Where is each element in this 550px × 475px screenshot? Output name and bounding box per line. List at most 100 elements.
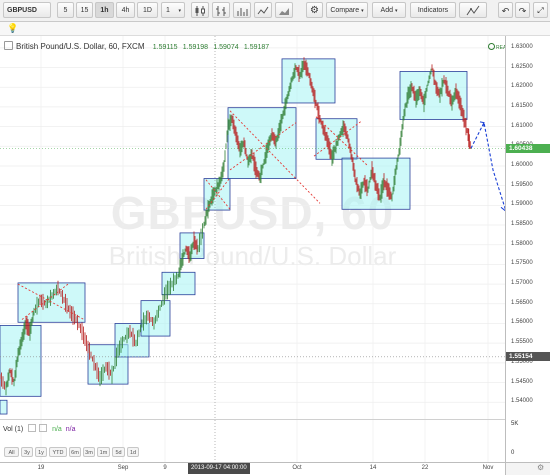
range-button[interactable]: 3y — [21, 447, 33, 457]
interval-4h-button[interactable]: 4h — [116, 2, 135, 18]
settings-gear-icon[interactable]: ⚙ — [537, 463, 544, 472]
interval-5-button[interactable]: 5 — [57, 2, 74, 18]
legend-close: 1.59187 — [243, 44, 270, 51]
range-button[interactable]: 3m — [83, 447, 95, 457]
range-button[interactable]: 1d — [127, 447, 139, 457]
compare-button[interactable]: Compare ▾ — [326, 2, 368, 18]
arrowhead-icon — [479, 121, 485, 127]
multiplier-value: 1 — [166, 7, 170, 14]
price-tick-label: 1.57500 — [511, 260, 533, 267]
legend-title: British Pound/U.S. Dollar, 60, FXCM — [16, 42, 145, 51]
range-button[interactable]: All — [4, 447, 19, 457]
chevron-down-icon: ▾ — [178, 8, 181, 14]
interval-1h-button[interactable]: 1h — [95, 2, 114, 18]
volume-scale-bottom: 0 — [511, 450, 515, 456]
fullscreen-button[interactable]: ⤢ — [533, 2, 548, 18]
collapse-legend-icon[interactable] — [4, 41, 13, 50]
chart-legend: British Pound/U.S. Dollar, 60, FXCM 1.59… — [4, 41, 269, 51]
price-tick-label: 1.57000 — [511, 280, 533, 287]
redo-icon: ↷ — [518, 6, 527, 16]
add-label: Add — [380, 7, 393, 14]
indicators-button[interactable]: Indicators — [410, 2, 456, 18]
bar-type-button[interactable] — [191, 2, 209, 18]
time-tick-label: 19 — [37, 465, 45, 471]
price-tick-label: 1.56500 — [511, 299, 533, 306]
highlight-box[interactable] — [281, 58, 336, 104]
range-button[interactable]: 1y — [35, 447, 47, 457]
realtime-icon — [488, 43, 495, 50]
redo-button[interactable]: ↷ — [515, 2, 530, 18]
price-tick-label: 1.62000 — [511, 83, 533, 90]
chart-pane[interactable]: GBPUSD, 60 British Pound/U.S. Dollar — [0, 36, 505, 462]
line-style-button[interactable] — [233, 2, 251, 18]
area-chart-icon — [279, 8, 289, 15]
highlight-box[interactable] — [17, 282, 86, 323]
secondary-toolbar: 💡 — [0, 22, 550, 36]
price-tick-label: 1.58500 — [511, 221, 533, 228]
highlight-box[interactable] — [161, 271, 196, 296]
compare-label: Compare — [330, 7, 360, 14]
chevron-down-icon: ▾ — [361, 8, 364, 14]
volume-settings-icon[interactable] — [28, 424, 37, 432]
top-toolbar: GBPUSD 5 15 1h 4h 1D 1 ▾ ⚙ Compare ▾ Add … — [0, 0, 550, 22]
drawing-tools-icon — [466, 5, 480, 16]
chevron-down-icon: ▾ — [394, 8, 398, 14]
line-chart-icon — [257, 6, 269, 15]
legend-open: 1.59115 — [152, 44, 178, 51]
undo-button[interactable]: ↶ — [498, 2, 513, 18]
drawing-templates-button[interactable] — [459, 2, 487, 18]
volume-legend: Vol (1) n/a n/a — [3, 424, 76, 433]
price-tick-label: 1.62500 — [511, 63, 533, 70]
undo-icon: ↶ — [501, 6, 510, 16]
current-price-marker: 1.60438 — [506, 144, 550, 154]
legend-high: 1.59198 — [182, 44, 209, 51]
time-axis[interactable]: 19 Sep 9 Oct 14 22 Nov 2013-09-17 04:00:00 — [0, 462, 505, 475]
gear-icon: ⚙ — [310, 5, 319, 16]
interval-multiplier-select[interactable]: 1 ▾ — [161, 2, 185, 18]
legend-low: 1.59074 — [213, 44, 239, 51]
price-tick-label: 1.59500 — [511, 181, 533, 188]
time-tick-label: Nov — [482, 465, 494, 471]
time-tick-label: Oct — [292, 465, 302, 471]
range-button[interactable]: 5d — [112, 447, 125, 457]
candlestick-icon — [195, 6, 205, 16]
range-button[interactable]: 1m — [97, 447, 110, 457]
price-tick-label: 1.56000 — [511, 319, 533, 326]
volume-title: Vol (1) — [3, 426, 24, 433]
bars-style-button[interactable] — [212, 2, 230, 18]
interval-15-button[interactable]: 15 — [76, 2, 93, 18]
pane-divider[interactable] — [0, 419, 505, 420]
interval-1d-button[interactable]: 1D — [137, 2, 158, 18]
indicators-label: Indicators — [417, 7, 449, 14]
pattern-boxes — [0, 58, 468, 415]
price-chart-svg[interactable] — [0, 36, 505, 462]
volume-value-2: n/a — [65, 426, 76, 433]
highlight-box[interactable] — [0, 399, 8, 415]
price-tick-label: 1.61500 — [511, 102, 533, 109]
price-tick-label: 1.60000 — [511, 161, 533, 168]
time-tick-label: 22 — [421, 465, 429, 471]
range-button[interactable]: YTD — [49, 447, 67, 457]
lightbulb-icon[interactable]: 💡 — [7, 23, 18, 34]
volume-close-icon[interactable] — [39, 424, 48, 432]
add-button[interactable]: Add ▾ — [372, 2, 406, 18]
price-tick-label: 1.54000 — [511, 398, 533, 405]
area-style-button[interactable] — [254, 2, 272, 18]
price-tick-label: 1.54500 — [511, 378, 533, 385]
crosshair-time-marker: 2013-09-17 04:00:00 — [188, 463, 250, 474]
price-tick-label: 1.61000 — [511, 122, 533, 129]
volume-value-1: n/a — [52, 426, 62, 433]
settings-button[interactable]: ⚙ — [306, 2, 323, 18]
bar-chart-icon — [237, 8, 248, 16]
range-button[interactable]: 6m — [69, 447, 81, 457]
time-tick-label: 9 — [163, 465, 167, 471]
symbol-input[interactable]: GBPUSD — [3, 2, 51, 18]
ohlc-bars-icon — [216, 6, 226, 16]
time-tick-label: Sep — [117, 465, 129, 471]
price-tick-label: 1.63000 — [511, 43, 533, 50]
scale-corner: ⚙ — [505, 462, 550, 475]
price-scale[interactable]: 1.630001.625001.620001.615001.610001.605… — [505, 36, 550, 462]
heikin-ashi-button[interactable] — [275, 2, 293, 18]
price-tick-label: 1.55500 — [511, 339, 533, 346]
time-tick-label: 14 — [369, 465, 377, 471]
